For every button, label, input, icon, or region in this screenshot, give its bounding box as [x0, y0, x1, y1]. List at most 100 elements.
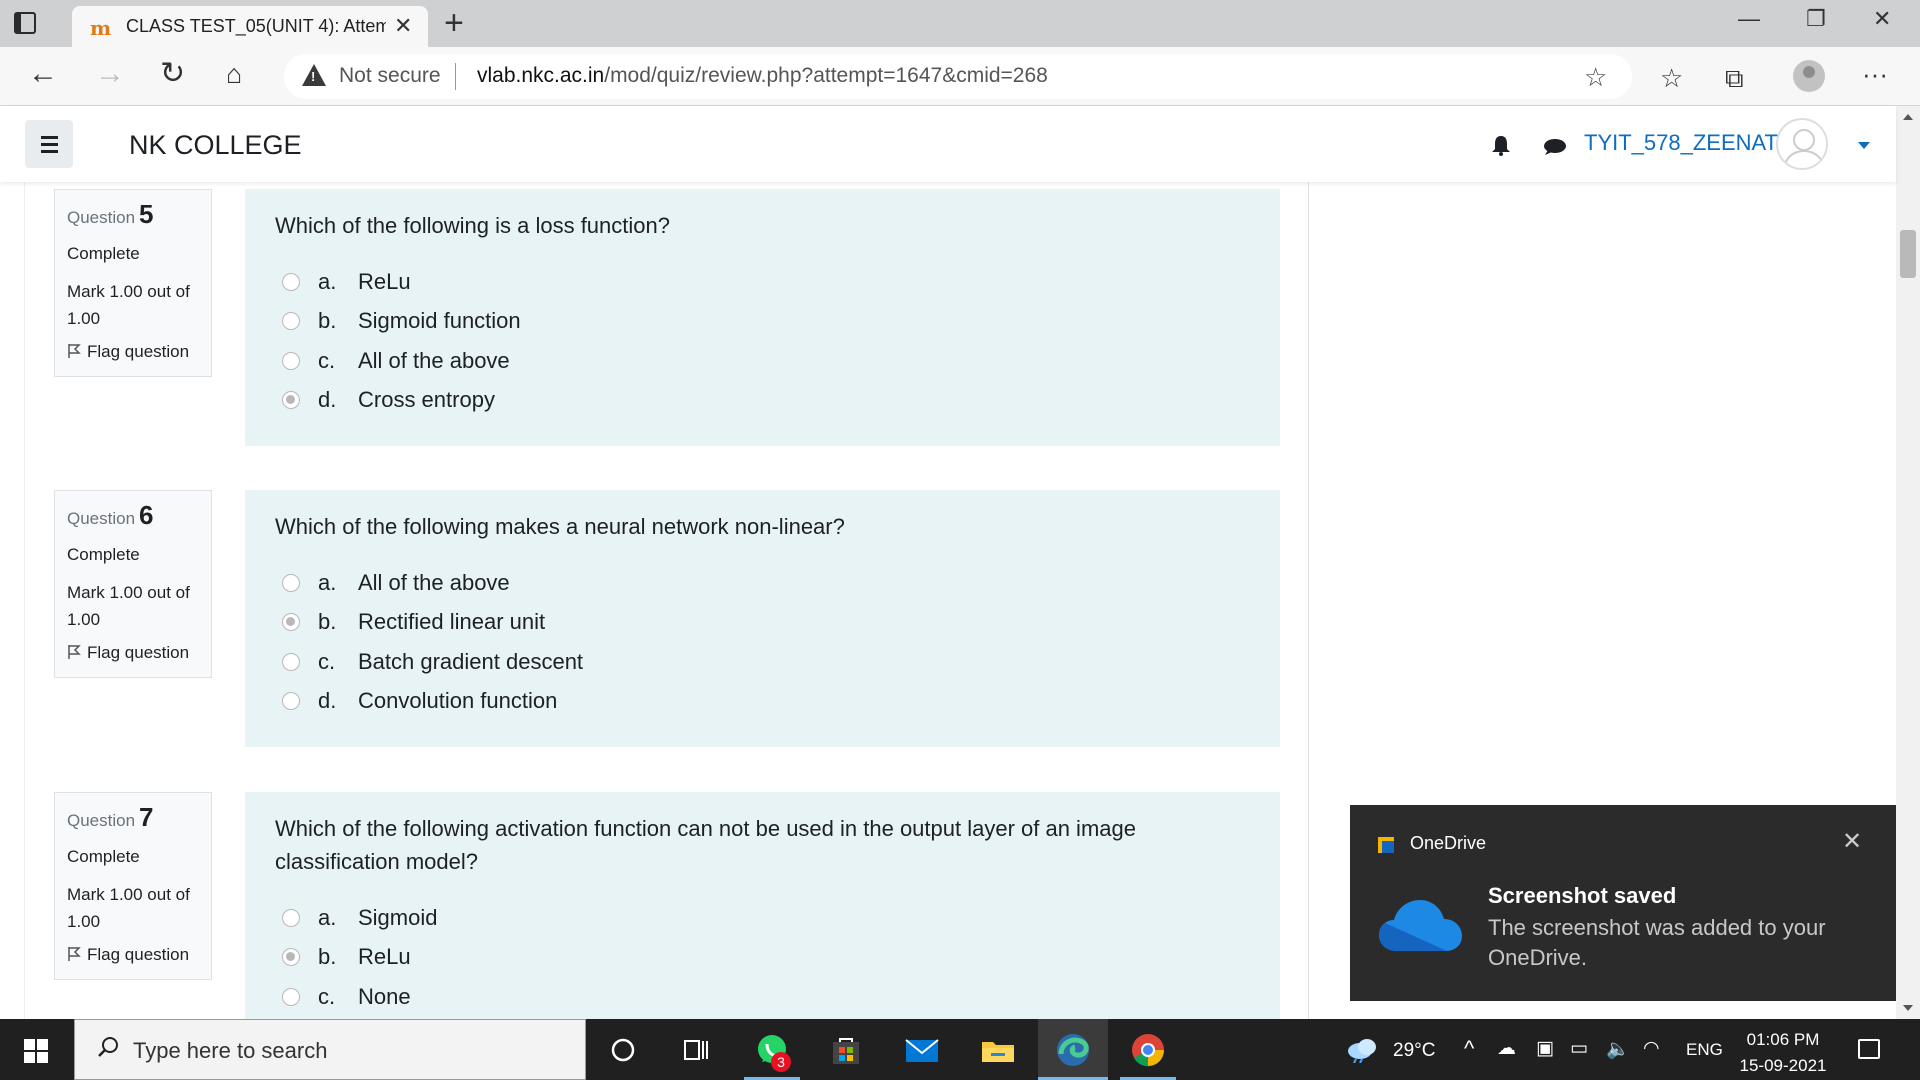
scroll-up-arrow-icon[interactable] — [1903, 114, 1913, 120]
wifi-icon[interactable]: ◠ — [1643, 1037, 1660, 1060]
question-content: Which of the following is a loss functio… — [245, 189, 1280, 446]
battery-icon[interactable]: ▭ — [1570, 1037, 1588, 1060]
answer-option: b. Sigmoid function — [275, 302, 1250, 342]
user-avatar[interactable] — [1776, 118, 1828, 170]
url-domain: vlab.nkc.ac.in — [477, 64, 605, 87]
url-path: /mod/quiz/review.php?attempt=1647&cmid=2… — [604, 64, 1048, 87]
task-view-icon[interactable] — [676, 1030, 716, 1070]
warning-icon[interactable] — [302, 64, 326, 86]
onedrive-notification[interactable]: OneDrive ✕ Screenshot saved The screensh… — [1350, 805, 1896, 1001]
answer-option: d. Convolution function — [275, 682, 1250, 722]
messages-icon[interactable] — [1542, 138, 1566, 156]
minimize-icon[interactable]: — — [1738, 6, 1760, 32]
question-info: Question 5 Complete Mark 1.00 out of 1.00… — [54, 189, 212, 377]
close-tab-icon[interactable]: ✕ — [394, 13, 412, 39]
menu-toggle-button[interactable] — [25, 120, 73, 168]
clock-date: 15-09-2021 — [1739, 1056, 1827, 1075]
tab-actions-icon[interactable] — [14, 12, 36, 34]
restore-icon[interactable]: ❐ — [1806, 6, 1826, 32]
notification-title: Screenshot saved — [1488, 883, 1677, 908]
whatsapp-unread-badge: 3 — [771, 1052, 791, 1072]
answer-text: Convolution function — [358, 688, 558, 714]
region-divider — [1308, 182, 1309, 1019]
user-menu-chevron-down-icon[interactable] — [1858, 142, 1870, 149]
answer-radio — [282, 908, 300, 927]
answer-radio — [282, 351, 300, 370]
file-explorer-icon[interactable] — [978, 1030, 1018, 1070]
page-scrollbar[interactable] — [1896, 106, 1920, 1019]
meet-now-icon[interactable]: ▣ — [1536, 1037, 1554, 1060]
favorites-icon[interactable]: ☆ — [1660, 63, 1683, 94]
browser-tab-bar: m CLASS TEST_05(UNIT 4): Attempt ✕ + — ❐… — [0, 0, 1920, 47]
action-center-icon[interactable] — [1858, 1039, 1880, 1059]
url-text[interactable]: vlab.nkc.ac.in/mod/quiz/review.php?attem… — [477, 64, 1048, 88]
address-divider — [455, 63, 456, 90]
site-name[interactable]: NK COLLEGE — [129, 130, 302, 161]
flag-question-button[interactable]: Flag question — [67, 945, 199, 965]
flag-icon — [68, 645, 81, 659]
back-arrow-icon[interactable]: ← — [28, 59, 58, 89]
question-info: Question 7 Complete Mark 1.00 out of 1.00… — [54, 792, 212, 980]
question-number-value: 5 — [139, 199, 154, 229]
microsoft-store-icon[interactable] — [826, 1030, 866, 1070]
address-bar[interactable]: Not secure vlab.nkc.ac.in/mod/quiz/revie… — [284, 54, 1632, 99]
answer-option-selected: b. ReLu — [275, 938, 1200, 978]
temperature[interactable]: 29°C — [1393, 1040, 1435, 1062]
question-grade: Mark 1.00 out of 1.00 — [67, 583, 190, 629]
answer-radio — [282, 987, 300, 1006]
tab-title: CLASS TEST_05(UNIT 4): Attempt — [126, 16, 386, 36]
more-options-icon[interactable]: ··· — [1862, 59, 1888, 90]
input-language[interactable]: ENG — [1686, 1040, 1723, 1060]
answer-text: Batch gradient descent — [358, 648, 584, 674]
user-name[interactable]: TYIT_578_ZEENAT . — [1584, 130, 1790, 156]
onedrive-tray-icon[interactable]: ☁ — [1497, 1037, 1516, 1060]
chrome-icon[interactable] — [1128, 1030, 1168, 1070]
question-number-value: 6 — [139, 500, 154, 530]
question-content: Which of the following makes a neural ne… — [245, 490, 1280, 747]
not-secure-label[interactable]: Not secure — [339, 64, 441, 88]
flag-icon — [68, 947, 81, 961]
forward-arrow-icon[interactable]: → — [95, 59, 125, 89]
answer-radio-checked — [282, 613, 300, 632]
answer-letter: c. — [318, 983, 336, 1009]
question-state: Complete — [67, 545, 140, 564]
question-grade: Mark 1.00 out of 1.00 — [67, 282, 190, 328]
refresh-icon[interactable]: ↻ — [160, 59, 185, 89]
mail-icon[interactable] — [902, 1030, 942, 1070]
question-info: Question 6 Complete Mark 1.00 out of 1.00… — [54, 490, 212, 678]
cortana-icon[interactable] — [603, 1030, 643, 1070]
answer-radio — [282, 573, 300, 592]
search-placeholder: Type here to search — [133, 1038, 328, 1063]
answer-text: ReLu — [358, 268, 411, 294]
question-number-value: 7 — [139, 802, 154, 832]
page-left-rule — [24, 182, 25, 1019]
question-text: Which of the following activation functi… — [275, 816, 1136, 874]
answer-letter: d. — [318, 387, 337, 413]
scrollbar-thumb[interactable] — [1900, 230, 1916, 278]
onedrive-app-icon — [1378, 837, 1394, 853]
show-hidden-icons-chevron-up-icon[interactable]: ^ — [1464, 1036, 1474, 1062]
answer-option: c. All of the above — [275, 341, 1250, 381]
question-label: Question — [67, 811, 136, 830]
weather-icon[interactable] — [1346, 1035, 1380, 1063]
browser-tab[interactable]: m CLASS TEST_05(UNIT 4): Attempt ✕ — [72, 6, 428, 47]
flag-question-button[interactable]: Flag question — [67, 342, 199, 362]
flag-question-button[interactable]: Flag question — [67, 643, 199, 663]
scroll-down-arrow-icon[interactable] — [1903, 1005, 1913, 1011]
profile-icon[interactable] — [1793, 60, 1825, 92]
close-notification-icon[interactable]: ✕ — [1842, 827, 1862, 856]
new-tab-button[interactable]: + — [444, 4, 464, 43]
close-window-icon[interactable]: ✕ — [1873, 6, 1891, 32]
notification-bell-icon[interactable] — [1490, 134, 1512, 156]
windows-start-icon[interactable] — [24, 1039, 48, 1063]
collections-icon[interactable]: ⧉ — [1725, 63, 1744, 95]
taskbar-search-box[interactable]: Type here to search — [74, 1019, 586, 1080]
system-clock[interactable]: 01:06 PM 15-09-2021 — [1728, 1027, 1838, 1079]
answer-letter: c. — [318, 347, 336, 373]
question-number: Question 7 — [67, 803, 199, 835]
answer-text: None — [358, 983, 411, 1009]
home-icon[interactable]: ⌂ — [226, 59, 242, 89]
volume-icon[interactable]: 🔈 — [1606, 1037, 1630, 1061]
add-favorite-icon[interactable]: ☆ — [1584, 62, 1607, 93]
notification-body: The screenshot was added to your OneDriv… — [1488, 915, 1826, 970]
